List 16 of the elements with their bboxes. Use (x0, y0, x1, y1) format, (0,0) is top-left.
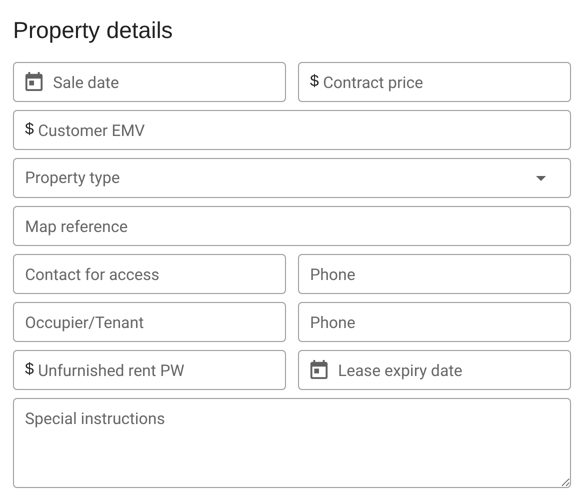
property-type-dropdown[interactable]: Property type (13, 158, 571, 198)
input-field[interactable]: Contact for access (13, 254, 286, 294)
calendar-icon (310, 360, 328, 380)
currency-prefix: $ (310, 72, 319, 92)
currency-prefix: $ (25, 120, 34, 140)
input-field[interactable]: Phone (298, 302, 571, 342)
input-field[interactable]: Sale date (13, 62, 286, 102)
calendar-icon (25, 72, 43, 92)
input-field[interactable]: Occupier/Tenant (13, 302, 286, 342)
caret-icon (536, 176, 546, 180)
section-title: Property details (13, 16, 174, 45)
input-field[interactable]: Phone (298, 254, 571, 294)
input-field[interactable]: Lease expiry date (298, 350, 571, 390)
instructions-field[interactable]: Special instructions (13, 398, 571, 488)
input-field[interactable]: Map reference (13, 206, 571, 246)
currency-prefix: $ (25, 360, 34, 380)
